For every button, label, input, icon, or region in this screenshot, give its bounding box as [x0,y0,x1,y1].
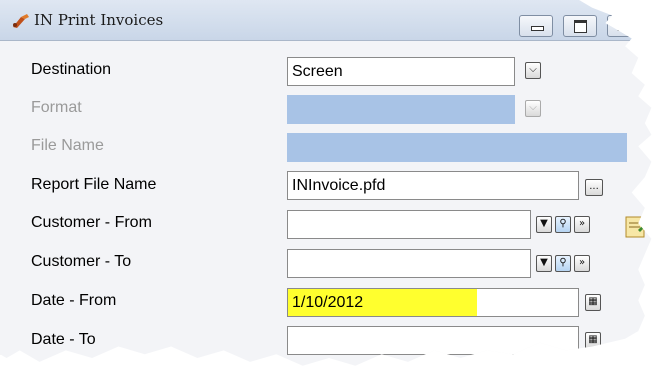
file-name-field[interactable] [287,133,627,162]
customer-to-dropdown-button[interactable]: ▼ [536,255,552,272]
search-icon: ⚲ [559,218,567,229]
date-from-field[interactable]: 1/10/2012 [287,288,579,317]
customer-from-dropdown-button[interactable]: ▼ [536,216,552,233]
date-from-label: Date - From [31,292,117,309]
maximize-button[interactable] [563,15,597,37]
window-title: IN Print Invoices [34,11,164,29]
date-from-calendar-button[interactable]: ▦ [585,294,601,311]
print-invoice-icon [11,13,31,34]
double-chevron-down-icon: » [578,257,586,268]
customer-to-label: Customer - To [31,253,132,270]
date-to-calendar-button[interactable]: ▦ [585,332,601,349]
format-select[interactable] [287,95,515,124]
customer-from-lookup-button[interactable]: ⚲ [555,216,571,233]
double-chevron-down-icon: » [578,218,586,229]
customer-from-field[interactable] [287,210,531,239]
file-name-label: File Name [31,137,104,154]
search-icon: ⚲ [559,257,567,268]
destination-select[interactable]: Screen [287,57,515,86]
customer-to-field[interactable] [287,249,531,278]
minimize-button[interactable] [519,15,553,37]
chevron-down-icon: ⌵ [529,64,537,75]
destination-dropdown-button[interactable]: ⌵ [525,62,541,79]
customer-to-lookup-button[interactable]: ⚲ [555,255,571,272]
report-file-name-field[interactable]: INInvoice.pfd [287,171,579,200]
ellipsis-icon: ... [589,181,599,192]
customer-from-label: Customer - From [31,214,152,231]
destination-label: Destination [31,61,112,78]
close-button[interactable]: X [607,15,647,37]
customer-from-expand-button[interactable]: » [574,216,590,233]
format-dropdown-button[interactable]: ⌵ [525,100,541,117]
browse-button[interactable]: ... [585,179,603,196]
report-file-name-label: Report File Name [31,176,157,193]
print-invoices-window: IN Print Invoices X Destination Screen ⌵… [0,0,652,366]
note-icon[interactable] [624,214,650,240]
format-label: Format [31,99,82,116]
title-bar: IN Print Invoices X [0,0,652,41]
customer-to-expand-button[interactable]: » [574,255,590,272]
calculator-icon: ▦ [588,334,598,345]
chevron-down-icon: ⌵ [529,102,537,113]
date-to-field[interactable] [287,326,579,355]
chevron-down-icon: ▼ [540,218,548,229]
close-icon: X [617,16,628,35]
date-to-label: Date - To [31,331,96,348]
date-from-value: 1/10/2012 [288,289,477,316]
calculator-icon: ▦ [588,296,598,307]
chevron-down-icon: ▼ [540,257,548,268]
